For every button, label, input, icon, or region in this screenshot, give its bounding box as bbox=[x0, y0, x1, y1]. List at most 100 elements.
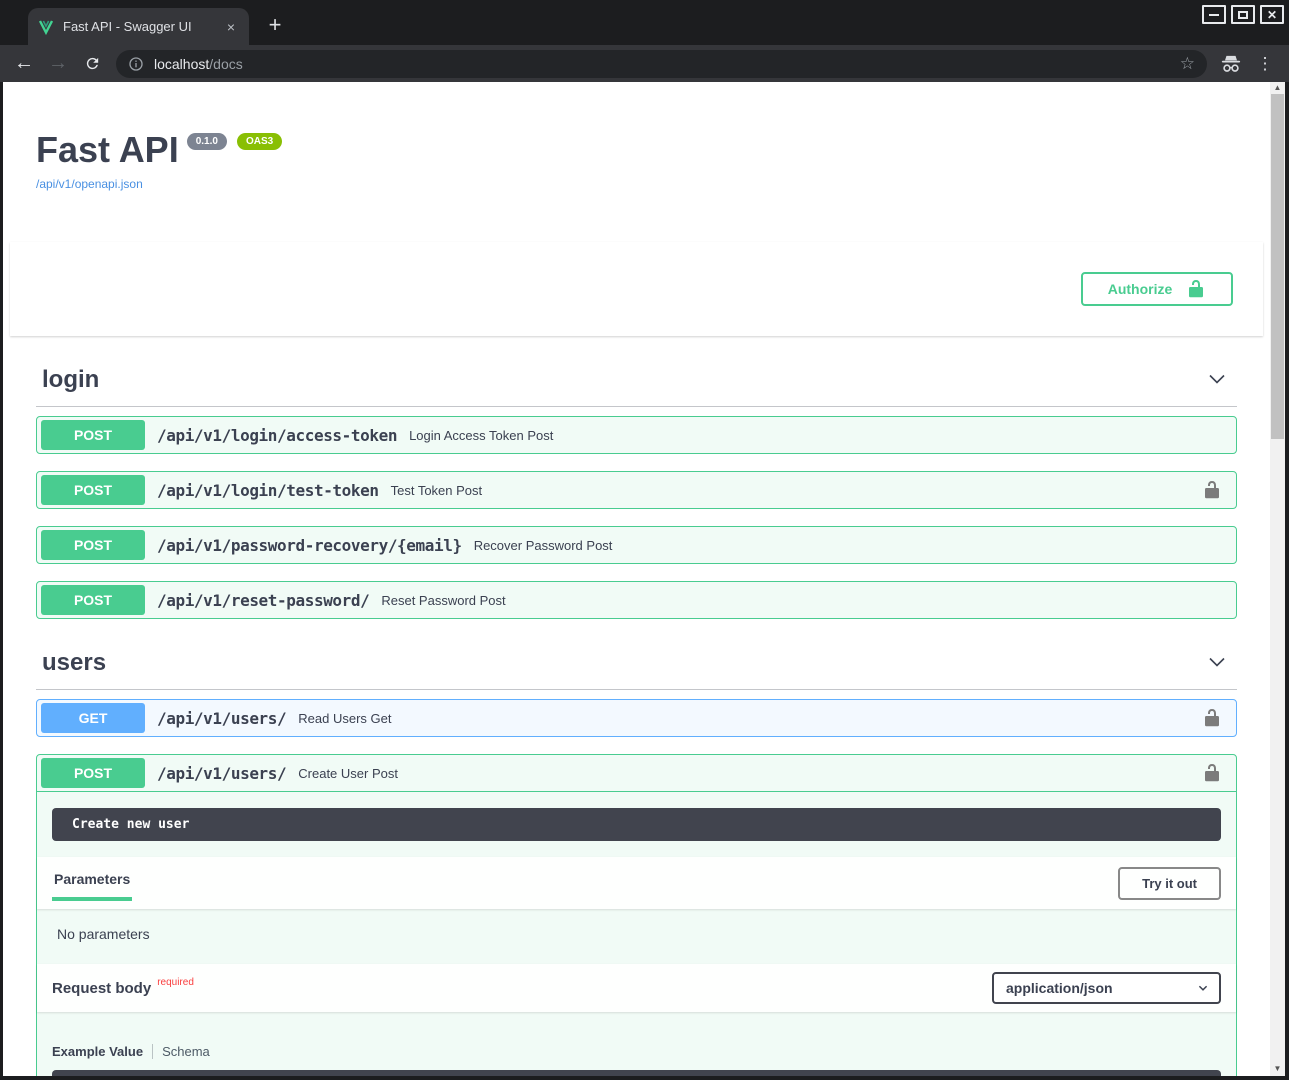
model-example: Example Value Schema { bbox=[37, 1012, 1236, 1076]
section-header-login[interactable]: login bbox=[36, 354, 1237, 407]
menu-dots-icon[interactable]: ⋮ bbox=[1249, 49, 1281, 79]
reload-button[interactable] bbox=[76, 49, 108, 79]
operation-summary[interactable]: POST /api/v1/login/test-token Test Token… bbox=[37, 472, 1236, 508]
example-tabs: Example Value Schema bbox=[52, 1044, 1221, 1059]
request-body-header: Request body required application/json bbox=[37, 964, 1236, 1012]
auth-lock-button[interactable] bbox=[1202, 763, 1222, 783]
operation-row: GET /api/v1/users/ Read Users Get bbox=[36, 699, 1237, 737]
chevron-down-icon bbox=[1207, 652, 1227, 672]
oas3-badge: OAS3 bbox=[237, 133, 282, 150]
scrollbar[interactable]: ▲ ▼ bbox=[1270, 82, 1285, 1076]
unlocked-padlock-icon bbox=[1202, 480, 1222, 500]
operation-summary[interactable]: POST /api/v1/login/access-token Login Ac… bbox=[37, 417, 1236, 453]
tab-schema[interactable]: Schema bbox=[162, 1044, 210, 1059]
maximize-icon bbox=[1238, 11, 1248, 19]
tab-example-value[interactable]: Example Value bbox=[52, 1044, 143, 1059]
tab-close-icon[interactable]: × bbox=[223, 18, 239, 36]
minimize-button[interactable] bbox=[1202, 5, 1226, 24]
parameters-header: Parameters Try it out bbox=[37, 857, 1236, 909]
section-header-users[interactable]: users bbox=[36, 637, 1237, 690]
operation-summary[interactable]: GET /api/v1/users/ Read Users Get bbox=[37, 700, 1236, 736]
method-badge: POST bbox=[41, 585, 145, 615]
operation-body: Create new user Parameters Try it out No… bbox=[37, 808, 1236, 1076]
unlocked-padlock-icon bbox=[1202, 708, 1222, 728]
unlocked-padlock-icon bbox=[1202, 763, 1222, 783]
favicon-icon bbox=[38, 19, 54, 35]
site-info-icon[interactable] bbox=[128, 56, 144, 72]
operation-description: Read Users Get bbox=[298, 711, 391, 726]
new-tab-button[interactable]: + bbox=[260, 10, 290, 40]
tab-title: Fast API - Swagger UI bbox=[63, 19, 214, 34]
page-title: Fast API 0.1.0 OAS3 bbox=[36, 132, 1237, 168]
tab-divider bbox=[152, 1044, 153, 1059]
api-title-text: Fast API bbox=[36, 132, 179, 168]
operation-summary[interactable]: POST /api/v1/users/ Create User Post bbox=[37, 755, 1236, 792]
tab-strip: Fast API - Swagger UI × + ✕ bbox=[0, 0, 1289, 45]
try-it-out-button[interactable]: Try it out bbox=[1118, 867, 1221, 900]
example-code-block: { bbox=[52, 1070, 1221, 1076]
operation-row: POST /api/v1/login/access-token Login Ac… bbox=[36, 416, 1237, 454]
section-title: users bbox=[42, 649, 106, 677]
forward-button: → bbox=[42, 49, 74, 79]
operation-description-bar: Create new user bbox=[52, 808, 1221, 841]
method-badge: GET bbox=[41, 703, 145, 733]
incognito-icon bbox=[1220, 54, 1242, 74]
required-badge: required bbox=[157, 977, 194, 988]
version-badge: 0.1.0 bbox=[187, 133, 227, 150]
browser-toolbar: ← → localhost/docs ☆ ⋮ bbox=[0, 45, 1289, 82]
openapi-spec-link[interactable]: /api/v1/openapi.json bbox=[36, 177, 143, 191]
maximize-button[interactable] bbox=[1231, 5, 1255, 24]
incognito-button bbox=[1215, 49, 1247, 79]
api-info: Fast API 0.1.0 OAS3 /api/v1/openapi.json bbox=[36, 82, 1237, 193]
scheme-container: Authorize bbox=[10, 242, 1263, 336]
operation-description: Recover Password Post bbox=[474, 538, 613, 553]
media-type-select[interactable]: application/json bbox=[992, 972, 1221, 1004]
operation-summary[interactable]: POST /api/v1/password-recovery/{email} R… bbox=[37, 527, 1236, 563]
operation-row: POST /api/v1/password-recovery/{email} R… bbox=[36, 526, 1237, 564]
operation-description: Test Token Post bbox=[391, 483, 483, 498]
url-bar[interactable]: localhost/docs ☆ bbox=[116, 50, 1207, 78]
method-badge: POST bbox=[41, 475, 145, 505]
reload-icon bbox=[84, 55, 101, 72]
collapse-section-button[interactable] bbox=[1203, 652, 1231, 675]
no-parameters-text: No parameters bbox=[37, 909, 1236, 964]
scrollbar-thumb[interactable] bbox=[1271, 94, 1284, 439]
authorize-button[interactable]: Authorize bbox=[1081, 272, 1233, 306]
operation-path: /api/v1/reset-password/ bbox=[157, 591, 369, 610]
operation-path: /api/v1/users/ bbox=[157, 709, 286, 728]
operation-path: /api/v1/login/test-token bbox=[157, 481, 379, 500]
request-body-label-group: Request body required bbox=[52, 974, 194, 1003]
back-button[interactable]: ← bbox=[8, 49, 40, 79]
scroll-down-icon[interactable]: ▼ bbox=[1270, 1064, 1285, 1073]
unlocked-padlock-icon bbox=[1186, 279, 1206, 299]
url-path: /docs bbox=[209, 56, 242, 72]
method-badge: POST bbox=[41, 758, 145, 788]
page-content: Fast API 0.1.0 OAS3 /api/v1/openapi.json… bbox=[3, 82, 1270, 1076]
method-badge: POST bbox=[41, 530, 145, 560]
parameters-tab[interactable]: Parameters bbox=[52, 865, 132, 901]
request-body-label: Request body bbox=[52, 980, 151, 997]
operation-row-expanded: POST /api/v1/users/ Create User Post Cre… bbox=[36, 754, 1237, 1076]
operation-path: /api/v1/login/access-token bbox=[157, 426, 397, 445]
operation-description: Login Access Token Post bbox=[409, 428, 553, 443]
authorize-label: Authorize bbox=[1108, 281, 1173, 297]
minimize-icon bbox=[1209, 14, 1219, 16]
operation-row: POST /api/v1/login/test-token Test Token… bbox=[36, 471, 1237, 509]
scroll-up-icon[interactable]: ▲ bbox=[1270, 83, 1285, 92]
close-button[interactable]: ✕ bbox=[1260, 5, 1284, 24]
bookmark-star-icon[interactable]: ☆ bbox=[1180, 54, 1195, 74]
operation-path: /api/v1/password-recovery/{email} bbox=[157, 536, 462, 555]
operation-summary[interactable]: POST /api/v1/reset-password/ Reset Passw… bbox=[37, 582, 1236, 618]
collapse-section-button[interactable] bbox=[1203, 369, 1231, 392]
chevron-down-icon bbox=[1197, 982, 1209, 994]
browser-tab[interactable]: Fast API - Swagger UI × bbox=[28, 8, 249, 45]
url-host: localhost bbox=[154, 56, 209, 72]
operation-description: Create User Post bbox=[298, 766, 398, 781]
url-text: localhost/docs bbox=[154, 56, 1170, 72]
window-controls: ✕ bbox=[1202, 5, 1284, 24]
auth-lock-button[interactable] bbox=[1202, 708, 1222, 728]
auth-lock-button[interactable] bbox=[1202, 480, 1222, 500]
operation-row: POST /api/v1/reset-password/ Reset Passw… bbox=[36, 581, 1237, 619]
operation-path: /api/v1/users/ bbox=[157, 764, 286, 783]
section-title: login bbox=[42, 366, 99, 394]
